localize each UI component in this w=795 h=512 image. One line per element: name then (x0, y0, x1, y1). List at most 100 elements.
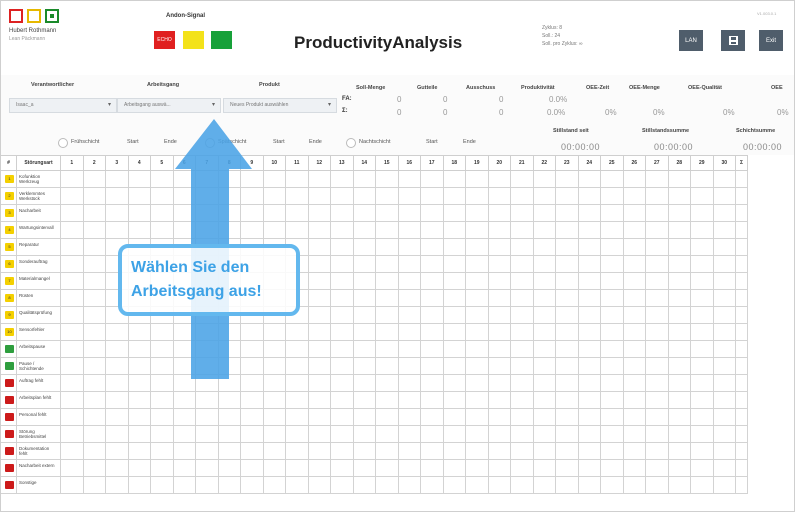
day-cell[interactable] (308, 256, 331, 273)
day-cell[interactable] (151, 443, 174, 460)
day-cell[interactable] (646, 460, 669, 477)
day-cell[interactable] (691, 426, 714, 443)
day-cell[interactable] (578, 273, 601, 290)
disruption-name[interactable]: Sonstige (17, 477, 61, 494)
day-cell[interactable] (533, 188, 556, 205)
day-cell[interactable] (308, 443, 331, 460)
day-cell[interactable] (556, 426, 579, 443)
day-cell[interactable] (83, 426, 106, 443)
day-cell[interactable] (623, 341, 646, 358)
day-cell[interactable] (691, 392, 714, 409)
day-cell[interactable] (601, 256, 624, 273)
spaetschicht-start-button[interactable]: Start (273, 139, 285, 145)
day-cell[interactable] (398, 409, 421, 426)
day-cell[interactable] (511, 290, 534, 307)
category-badge[interactable] (5, 481, 14, 489)
day-cell[interactable] (331, 460, 354, 477)
day-cell[interactable] (173, 460, 196, 477)
day-cell[interactable] (623, 375, 646, 392)
day-cell[interactable] (196, 477, 219, 494)
day-cell[interactable] (713, 392, 736, 409)
day-cell[interactable] (466, 341, 489, 358)
day-cell[interactable] (488, 307, 511, 324)
day-cell[interactable] (151, 375, 174, 392)
disruption-name[interactable]: Personal fehlt (17, 409, 61, 426)
day-cell[interactable] (466, 205, 489, 222)
day-cell[interactable] (713, 460, 736, 477)
day-cell[interactable] (241, 341, 264, 358)
day-cell[interactable] (691, 477, 714, 494)
day-cell[interactable] (713, 171, 736, 188)
day-cell[interactable] (61, 307, 84, 324)
day-cell[interactable] (488, 426, 511, 443)
day-cell[interactable] (533, 392, 556, 409)
day-cell[interactable] (668, 171, 691, 188)
day-cell[interactable] (376, 307, 399, 324)
day-cell[interactable] (556, 460, 579, 477)
day-cell[interactable] (263, 477, 286, 494)
day-cell[interactable] (398, 290, 421, 307)
day-cell[interactable] (691, 205, 714, 222)
day-cell[interactable] (668, 443, 691, 460)
day-cell[interactable] (286, 341, 309, 358)
day-cell[interactable] (241, 460, 264, 477)
day-cell[interactable] (533, 290, 556, 307)
day-cell[interactable] (601, 477, 624, 494)
nachtschicht-end-button[interactable]: Ende (463, 139, 476, 145)
day-cell[interactable] (241, 443, 264, 460)
day-cell[interactable] (398, 392, 421, 409)
day-cell[interactable] (421, 392, 444, 409)
day-cell[interactable] (106, 222, 129, 239)
day-cell[interactable] (668, 273, 691, 290)
day-cell[interactable] (61, 273, 84, 290)
day-cell[interactable] (488, 477, 511, 494)
day-cell[interactable] (398, 307, 421, 324)
day-cell[interactable] (466, 392, 489, 409)
day-cell[interactable] (308, 222, 331, 239)
category-badge[interactable] (5, 362, 14, 370)
day-cell[interactable] (128, 222, 151, 239)
day-cell[interactable] (83, 290, 106, 307)
day-cell[interactable] (331, 392, 354, 409)
day-cell[interactable] (376, 426, 399, 443)
day-cell[interactable] (353, 256, 376, 273)
day-cell[interactable] (308, 290, 331, 307)
day-cell[interactable] (646, 341, 669, 358)
day-cell[interactable] (83, 273, 106, 290)
day-cell[interactable] (488, 290, 511, 307)
day-cell[interactable] (241, 392, 264, 409)
day-cell[interactable] (331, 273, 354, 290)
day-cell[interactable] (218, 477, 241, 494)
category-badge[interactable]: 2 (5, 192, 14, 200)
day-cell[interactable] (713, 256, 736, 273)
day-cell[interactable] (61, 171, 84, 188)
day-cell[interactable] (601, 375, 624, 392)
day-cell[interactable] (713, 409, 736, 426)
day-cell[interactable] (286, 443, 309, 460)
day-cell[interactable] (646, 171, 669, 188)
day-cell[interactable] (308, 205, 331, 222)
day-cell[interactable] (331, 375, 354, 392)
day-cell[interactable] (443, 341, 466, 358)
day-cell[interactable] (556, 392, 579, 409)
day-cell[interactable] (106, 171, 129, 188)
day-cell[interactable] (556, 188, 579, 205)
day-cell[interactable] (556, 477, 579, 494)
day-cell[interactable] (623, 443, 646, 460)
category-badge[interactable]: 9 (5, 311, 14, 319)
day-cell[interactable] (556, 307, 579, 324)
day-cell[interactable] (511, 443, 534, 460)
day-cell[interactable] (646, 477, 669, 494)
day-cell[interactable] (241, 358, 264, 375)
day-cell[interactable] (286, 205, 309, 222)
day-cell[interactable] (106, 426, 129, 443)
day-cell[interactable] (443, 290, 466, 307)
day-cell[interactable] (376, 409, 399, 426)
day-cell[interactable] (353, 477, 376, 494)
day-cell[interactable] (623, 477, 646, 494)
day-cell[interactable] (668, 426, 691, 443)
day-cell[interactable] (151, 324, 174, 341)
day-cell[interactable] (196, 375, 219, 392)
day-cell[interactable] (151, 392, 174, 409)
verantwortlicher-select[interactable]: Isaac_a ▾ (9, 98, 117, 113)
